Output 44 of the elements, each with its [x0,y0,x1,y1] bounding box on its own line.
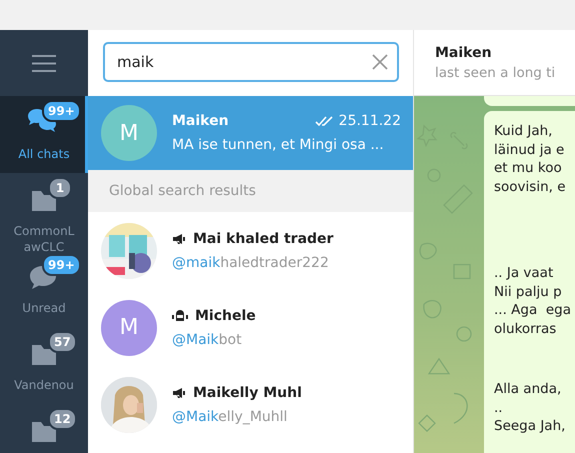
message-text: et mu koo [494,159,563,178]
avatar: M [101,300,157,356]
message-text: Seega Jah, [494,417,566,436]
search-result[interactable]: Maikelly Muhl @Maikelly_Muhll [88,366,413,443]
message-text: soovisin, e [494,178,567,196]
megaphone-icon [172,232,186,244]
message-preview: MA ise tunnen, et Mingi osa ... [172,137,385,153]
message-text: olukorras [494,320,558,338]
unread-count: 57 [48,331,77,353]
megaphone-icon [172,386,186,398]
message-text: Alla anda, [494,380,562,398]
result-name: Michele [195,308,256,324]
menu-icon [32,54,56,72]
search-result[interactable]: Mai khaled trader @maikhaledtrader222 [88,212,413,289]
avatar: M [101,105,157,161]
username: @maikhaledtrader222 [172,254,330,270]
message-text: ... Aga ega [494,301,572,320]
message-text: läinud ja e [494,140,566,159]
search-field[interactable]: maik [103,42,399,82]
result-name: Maikelly Muhl [193,384,302,400]
last-seen-status: last seen a long ti [435,64,556,80]
chat-title: Maiken [435,44,493,60]
result-name: Mai khaled trader [193,230,334,246]
unread-count: 99+ [42,100,81,122]
robot-icon [172,309,188,322]
message-text: .. [494,398,504,417]
message-text: Nii palju p [494,282,563,301]
section-title: Global search results [109,183,256,199]
folder-tab[interactable]: 57 Vandenou [0,327,88,404]
username: @Maikelly_Muhll [172,408,288,424]
folder-label: Unread [21,300,67,316]
folder-label: All chats [17,146,71,162]
unread-count: 99+ [42,254,81,276]
search-result[interactable]: M Michele @Maikbot [88,289,413,366]
close-icon [372,54,388,70]
message-text: Kuid Jah, [494,122,554,140]
folder-tab[interactable]: 99+ All chats [0,96,88,173]
message-text: .. Ja vaat [494,264,554,282]
unread-count: 12 [48,408,77,430]
chat-date: 25.11.22 [338,113,401,129]
username: @Maikbot [172,332,243,348]
folder-label: Vandenou [13,377,75,393]
chat-name: Maiken [172,113,229,129]
unread-count: 1 [48,177,72,199]
